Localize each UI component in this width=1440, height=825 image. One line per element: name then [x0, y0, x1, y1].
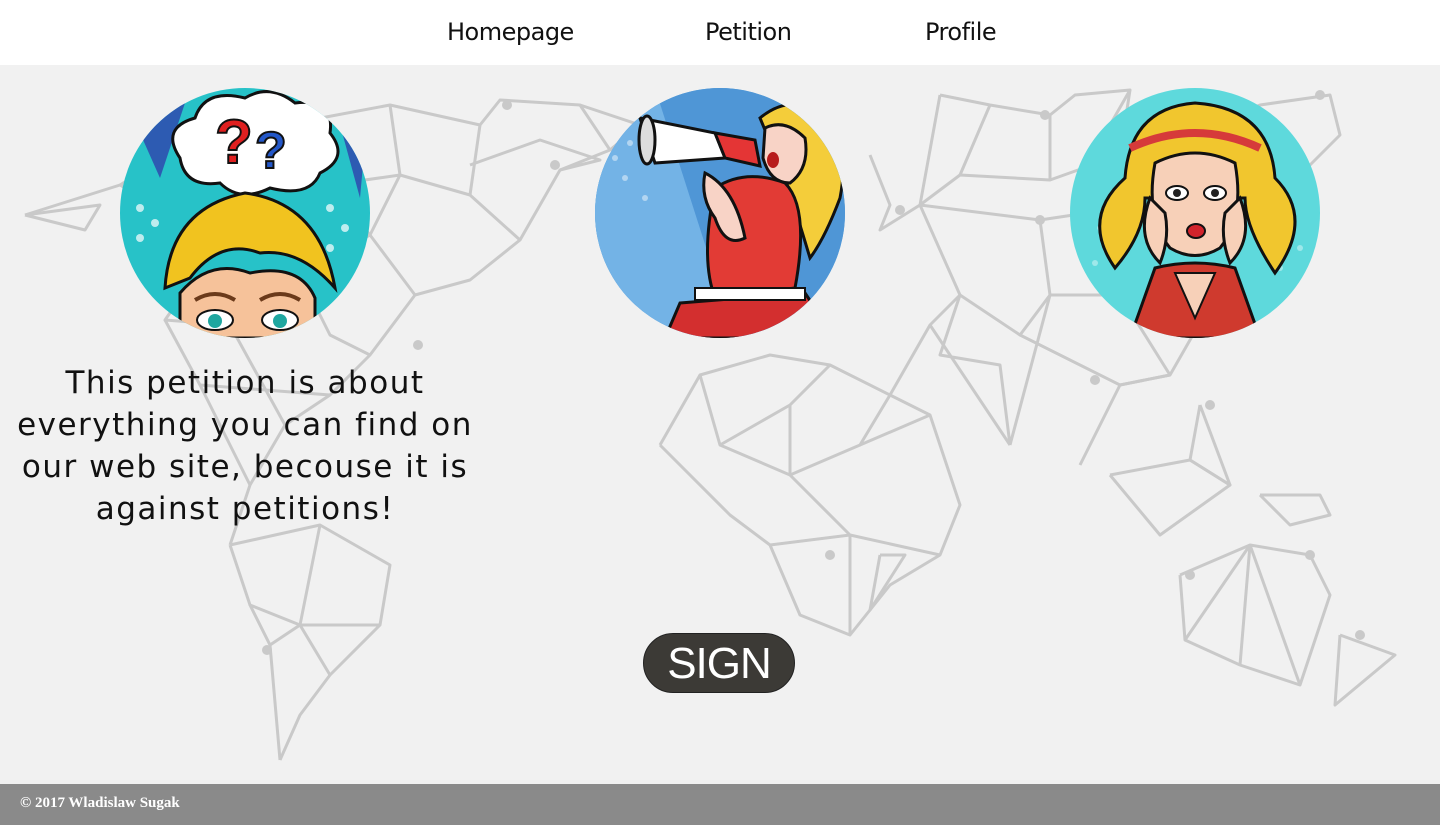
petition-description: This petition is about everything you ca… [17, 365, 473, 527]
megaphone-woman-avatar [595, 88, 845, 338]
confused-woman-avatar: ? ? [120, 88, 370, 338]
shocked-woman-pop-art-icon [1070, 88, 1320, 338]
top-nav: Homepage Petition Profile [0, 0, 1440, 65]
nav-petition[interactable]: Petition [705, 18, 792, 46]
megaphone-woman-pop-art-icon [595, 88, 845, 338]
nav-homepage[interactable]: Homepage [447, 18, 574, 46]
hero-section: ? ? This petition is about everything yo… [0, 65, 1440, 784]
svg-text:?: ? [215, 108, 253, 177]
sign-button[interactable]: SIGN [643, 633, 795, 693]
svg-text:?: ? [255, 122, 287, 180]
copyright-text: © 2017 Wladislaw Sugak [20, 795, 180, 811]
shocked-woman-avatar [1070, 88, 1320, 338]
confused-woman-pop-art-icon: ? ? [120, 88, 370, 338]
nav-profile[interactable]: Profile [925, 18, 997, 46]
footer: © 2017 Wladislaw Sugak [0, 784, 1440, 825]
